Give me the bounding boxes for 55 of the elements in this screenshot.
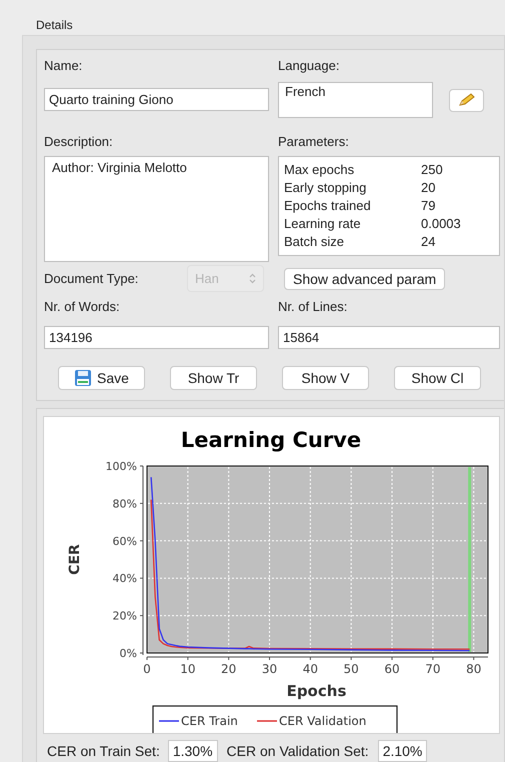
y-tick-label: 0% bbox=[120, 647, 137, 660]
parameter-value: 20 bbox=[421, 179, 436, 197]
cer-train-field[interactable]: 1.30% bbox=[168, 740, 218, 762]
x-tick-label: 60 bbox=[384, 662, 400, 676]
language-field[interactable]: French bbox=[278, 82, 433, 118]
words-field[interactable]: 134196 bbox=[44, 326, 269, 349]
save-button[interactable]: Save bbox=[58, 366, 145, 390]
stepper-icon bbox=[249, 273, 256, 284]
pencil-icon bbox=[458, 93, 476, 107]
advanced-parameters-button[interactable]: Show advanced param bbox=[284, 268, 446, 290]
y-tick-label: 60% bbox=[112, 534, 137, 548]
field-label: Language: bbox=[278, 57, 340, 74]
parameter-value: 79 bbox=[421, 197, 436, 215]
field-label: Name: bbox=[44, 57, 82, 74]
legend-label: CER Validation bbox=[279, 714, 366, 728]
parameter-name: Max epochs bbox=[284, 161, 356, 179]
x-tick-label: 10 bbox=[180, 662, 196, 676]
y-axis-title: CER bbox=[67, 544, 83, 575]
x-tick-label: 70 bbox=[425, 662, 440, 676]
group-title: Details bbox=[35, 18, 74, 33]
show-button[interactable]: Show V bbox=[282, 366, 369, 390]
field-label: Nr. of Words: bbox=[44, 298, 120, 315]
field-label: Nr. of Lines: bbox=[278, 298, 348, 315]
show-button[interactable]: Show Tr bbox=[170, 366, 257, 390]
description-field[interactable]: Author: Virginia Melotto bbox=[44, 156, 269, 262]
parameter-value: 250 bbox=[421, 161, 443, 179]
y-tick-label: 40% bbox=[112, 572, 137, 586]
name-field[interactable]: Quarto training Giono bbox=[44, 88, 269, 111]
field-label: Document Type: bbox=[44, 270, 140, 288]
field-label: Parameters: bbox=[278, 133, 349, 150]
show-button[interactable]: Show Cl bbox=[394, 366, 481, 390]
parameter-name: Early stopping bbox=[284, 179, 368, 197]
parameter-value: 24 bbox=[421, 233, 436, 251]
parameter-name: Learning rate bbox=[284, 215, 362, 233]
x-tick-label: 20 bbox=[221, 662, 236, 676]
y-tick-label: 20% bbox=[112, 610, 137, 623]
parameter-value: 0.0003 bbox=[421, 215, 461, 233]
field-label: CER on Validation Set: bbox=[226, 742, 369, 760]
cer-validation-field[interactable]: 2.10% bbox=[378, 740, 428, 762]
lines-field[interactable]: 15864 bbox=[278, 326, 500, 349]
x-tick-label: 0 bbox=[143, 662, 151, 676]
field-label: CER on Train Set: bbox=[47, 742, 160, 760]
field-label: Description: bbox=[44, 133, 113, 150]
x-tick-label: 50 bbox=[344, 662, 359, 676]
chart-title: Learning Curve bbox=[180, 428, 362, 452]
legend-label: CER Train bbox=[181, 714, 238, 728]
edit-button[interactable] bbox=[449, 88, 484, 112]
x-axis-title: Epochs bbox=[286, 682, 346, 700]
y-tick-label: 80% bbox=[112, 497, 137, 510]
x-tick-label: 80 bbox=[466, 662, 482, 676]
x-tick-label: 30 bbox=[262, 662, 278, 676]
parameter-name: Epochs trained bbox=[284, 197, 372, 215]
x-tick-label: 40 bbox=[302, 662, 318, 676]
y-tick-label: 100% bbox=[106, 460, 137, 473]
parameter-name: Batch size bbox=[284, 233, 345, 251]
